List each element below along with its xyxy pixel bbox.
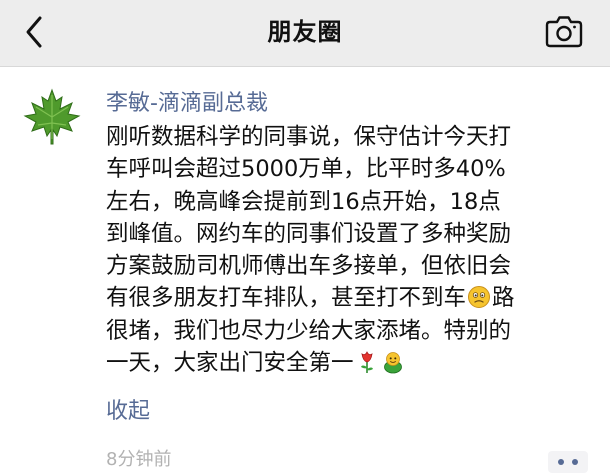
page-title: 朋友圈 [267, 18, 343, 46]
camera-button[interactable] [545, 15, 583, 49]
worried-face-emoji [468, 286, 491, 309]
post-line: 有很多朋友打车排队，甚至打不到车 路 [106, 282, 594, 314]
post-line: 刚听数据科学的同事说，保守估计今天打 [106, 124, 512, 150]
post-text: 刚听数据科学的同事说，保守估计今天打 车呼叫会超过5000万单，比平时多40% … [106, 121, 594, 379]
maple-leaf-avatar [23, 88, 81, 145]
rose-emoji [360, 351, 373, 374]
moments-post: 李敏-滴滴副总裁 刚听数据科学的同事说，保守估计今天打 车呼叫会超过5000万单… [0, 67, 610, 474]
post-line-text: 一天，大家出门安全第一 [106, 350, 354, 377]
avatar[interactable] [22, 87, 82, 147]
more-button[interactable] [548, 451, 588, 473]
navigation-bar: 朋友圈 [0, 0, 610, 67]
post-line: 车呼叫会超过5000万单，比平时多40% [106, 156, 506, 183]
post-line: 一天，大家出门安全第一 [106, 347, 594, 379]
post-line: 左右，晚高峰会提前到16点开始，18点 [106, 188, 501, 215]
camera-icon [545, 16, 583, 48]
post-line: 很堵，我们也尽力少给大家添堵。特别的 [106, 317, 512, 344]
frog-emoji [383, 352, 402, 374]
post-timestamp: 8分钟前 [106, 449, 172, 470]
post-line: 方案鼓励司机师傅出车多接单，但依旧会 [106, 253, 512, 280]
collapse-link[interactable]: 收起 [106, 397, 150, 427]
post-line: 到峰值。网约车的同事们设置了多种奖励 [106, 220, 512, 247]
post-line-text: 路 [492, 285, 515, 312]
author-name[interactable]: 李敏-滴滴副总裁 [106, 89, 268, 119]
post-line-text: 有很多朋友打车排队，甚至打不到车 [106, 285, 467, 312]
